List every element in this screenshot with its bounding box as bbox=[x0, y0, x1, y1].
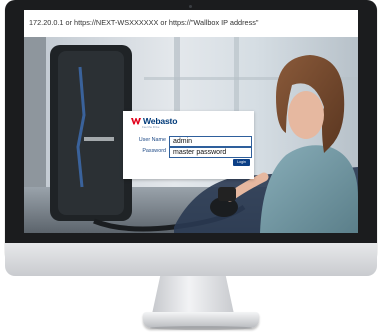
brand-tagline: Feel the Drive bbox=[142, 125, 160, 129]
monitor-chin bbox=[5, 243, 377, 276]
monitor-screen: 172.20.0.1 or https://NEXT-WSXXXXXX or h… bbox=[24, 10, 358, 233]
address-text[interactable]: 172.20.0.1 or https://NEXT-WSXXXXXX or h… bbox=[29, 18, 258, 27]
address-bar[interactable]: 172.20.0.1 or https://NEXT-WSXXXXXX or h… bbox=[24, 10, 358, 38]
webasto-logo-icon bbox=[131, 118, 141, 125]
monitor-stand-neck bbox=[152, 276, 234, 314]
stand-shadow bbox=[150, 326, 252, 330]
username-label: User Name bbox=[138, 137, 166, 143]
login-button[interactable]: Login bbox=[233, 159, 250, 166]
password-input[interactable]: master password bbox=[169, 147, 252, 158]
camera-dot-icon bbox=[189, 5, 192, 8]
login-panel: Webasto Feel the Drive User Name admin P… bbox=[123, 111, 254, 179]
password-label: Password bbox=[142, 148, 166, 154]
username-input[interactable]: admin bbox=[169, 136, 252, 147]
